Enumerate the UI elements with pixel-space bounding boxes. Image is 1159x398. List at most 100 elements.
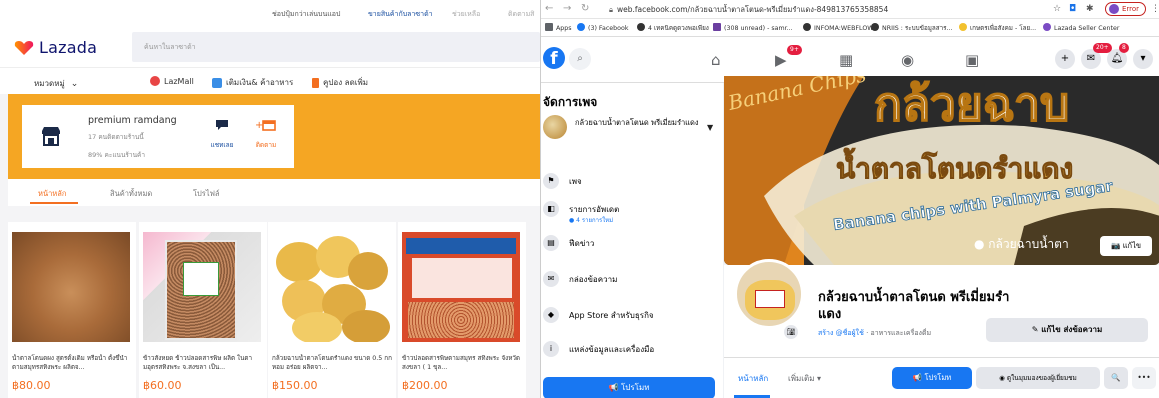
inbox-icon: ✉ xyxy=(543,271,559,287)
app-store-icon: ◆ xyxy=(543,307,559,323)
follow-button[interactable]: + ติดตาม xyxy=(246,119,286,150)
bookmark-nriis[interactable]: NRIIS : ระบบข้อมูลสาร... xyxy=(871,23,953,33)
camera-icon[interactable]: 📷︎ xyxy=(784,325,798,339)
star-icon[interactable]: ☆ xyxy=(1053,4,1061,14)
product-grid: น้ำตาลโตนดผง สูตรดั้งเดิม หรือน้ำ ตั้งขึ… xyxy=(8,222,540,398)
nav-link-coupon[interactable]: คูปอง ลดเพิ่ม xyxy=(312,76,368,89)
topbar-link-track[interactable]: ติดตามสิ xyxy=(508,9,534,20)
product-card[interactable]: น้ำตาลโตนดผง สูตรดั้งเดิม หรือน้ำ ตั้งขึ… xyxy=(8,222,136,398)
page-category: · อาหารและเครื่องดื่ม xyxy=(863,329,932,337)
bookmark-lazada-seller[interactable]: Lazada Seller Center xyxy=(1043,23,1119,32)
updates-icon: ◧ xyxy=(543,201,559,217)
pages-icon[interactable]: ▣ xyxy=(965,51,979,69)
lazada-logo[interactable]: Lazada xyxy=(14,38,97,57)
store-name[interactable]: premium ramdang xyxy=(88,115,177,126)
sidebar-item-inbox[interactable]: ✉ กล่องข้อความ xyxy=(543,269,719,293)
topbar-link-help[interactable]: ช่วยเหลือ xyxy=(452,9,480,20)
sidebar-item-resources[interactable]: i แหล่งข้อมูลและเครื่องมือ xyxy=(543,339,719,363)
lazada-nav: หมวดหมู่ ⌄ LazMall เติมเงิน& ค้าอาหาร คู… xyxy=(0,68,540,94)
edit-cover-button[interactable]: 📷 แก้ไข xyxy=(1100,236,1152,256)
facebook-logo-icon[interactable]: f xyxy=(543,47,565,69)
product-card[interactable]: ข้าวสังหยด ข้าวปลอดสารพิษ ผลิต ในตามอุตร… xyxy=(139,222,267,398)
bookmark-4-techniques[interactable]: 4 เทคนิคดูดวงพอเพียง xyxy=(637,23,709,33)
more-options-icon[interactable]: ••• xyxy=(1132,367,1156,389)
page-profile-header: 📷︎ กล้วยฉาบน้ำตาลโตนด พรีเมี่ยมรำแดง สร้… xyxy=(724,259,1159,357)
product-price: ฿150.00 xyxy=(272,379,318,392)
bookmark-facebook[interactable]: (3) Facebook xyxy=(577,23,629,32)
product-image xyxy=(12,232,130,342)
marketplace-icon[interactable]: ▦ xyxy=(839,51,853,69)
lazada-search-input[interactable]: ค้นหาในลาซาด้า xyxy=(132,32,540,62)
nav-link-topup[interactable]: เติมเงิน& ค้าอาหาร xyxy=(212,76,293,89)
caret-down-icon: ▼ xyxy=(707,123,714,132)
page-search-button[interactable]: 🔍 xyxy=(1104,367,1128,389)
nav-link-lazmall[interactable]: LazMall xyxy=(150,76,194,86)
cover-text-big: กล้วยฉาบ xyxy=(874,77,1069,131)
tab-home[interactable]: หน้าหลัก xyxy=(38,188,66,200)
address-bar[interactable]: 🔒︎ web.facebook.com/กล้วยฉาบน้ำตาลโตนด-พร… xyxy=(609,4,888,16)
profile-error-button[interactable]: Error xyxy=(1105,2,1147,16)
store-followers: 17 คนติดตามร้านนี้ xyxy=(88,133,144,141)
tab-home[interactable]: หน้าหลัก xyxy=(738,372,768,385)
category-label: หมวดหมู่ xyxy=(34,79,65,88)
product-card[interactable]: ข้าวปลอดสารพิษตามสมุทร สทิงพระ จังหวัดสง… xyxy=(398,222,526,398)
chevron-down-icon: ⌄ xyxy=(70,78,79,89)
store-banner: premium ramdang 17 คนติดตามร้านนี้ 89% ค… xyxy=(8,94,540,179)
tab-more[interactable]: เพิ่มเติม ▾ xyxy=(788,372,821,385)
bookmark-yahoo-mail[interactable]: (308 unread) - samr... xyxy=(713,23,793,32)
sidebar-item-label: เพจ xyxy=(569,177,582,186)
product-name: ข้าวสังหยด ข้าวปลอดสารพิษ ผลิต ในตามอุตร… xyxy=(143,355,253,371)
page-profile-picture[interactable] xyxy=(734,259,804,329)
topbar-link-sell[interactable]: ขายสินค้ากับลาซาด้า xyxy=(368,9,433,20)
create-plus-icon[interactable]: + xyxy=(1055,49,1075,69)
chat-button[interactable]: แชทเลย xyxy=(202,119,242,150)
sidebar-item-page[interactable]: ⚑ เพจ xyxy=(543,171,719,195)
promote-page-button[interactable]: 📢 โปรโมท xyxy=(892,367,972,389)
promote-button[interactable]: 📢 โปรโมท xyxy=(543,377,715,398)
kebab-menu-icon[interactable]: ⋮ xyxy=(1151,4,1159,14)
create-username-link[interactable]: สร้าง @ชื่อผู้ใช้ xyxy=(818,329,864,337)
product-name: น้ำตาลโตนดผง สูตรดั้งเดิม หรือน้ำ ตั้งขึ… xyxy=(12,355,128,371)
search-icon[interactable]: ⌕ xyxy=(569,48,591,70)
home-icon[interactable]: ⌂ xyxy=(711,51,721,69)
info-icon: i xyxy=(543,341,559,357)
groups-icon[interactable]: ◉ xyxy=(901,51,914,69)
puzzle-icon[interactable]: ✱ xyxy=(1086,4,1094,14)
manage-page-sidebar: จัดการเพจ กล้วยฉาบน้ำตาลโตนด พรีเมี่ยมรำ… xyxy=(541,83,723,398)
cover-photo[interactable]: Banana Chips กล้วยฉาบ น้ำตาลโตนดรำแดง Ba… xyxy=(724,76,1159,265)
product-card[interactable]: กล้วยฉาบน้ำตาลโตนดรำแดง ขนาด 0.5 กก หอม … xyxy=(268,222,396,398)
bookmark-infoma[interactable]: INFOMA:WEBFLOW xyxy=(803,23,874,32)
lazada-wordmark: Lazada xyxy=(39,38,98,57)
tab-all-products[interactable]: สินค้าทั้งหมด xyxy=(110,188,152,200)
view-as-visitor-button[interactable]: ◉ ดูในมุมมองของผู้เยี่ยมชม xyxy=(976,367,1100,389)
sidebar-item-app-store[interactable]: ◆ App Store สำหรับธุรกิจ xyxy=(543,305,719,329)
watch-icon[interactable]: ▶ xyxy=(775,51,787,69)
bookmark-apps[interactable]: Apps xyxy=(545,23,572,32)
sidebar-item-label: App Store สำหรับธุรกิจ xyxy=(569,311,654,320)
topbar-link-app[interactable]: ช่อปปุ้มกว่าเล่นบนแอป xyxy=(272,9,340,20)
edit-send-message-button[interactable]: ✎ แก้ไข ส่งข้อความ xyxy=(986,318,1148,342)
category-menu[interactable]: หมวดหมู่ ⌄ xyxy=(34,77,78,90)
error-label: Error xyxy=(1122,5,1140,13)
flag-icon: ⚑ xyxy=(543,173,559,189)
product-price: ฿80.00 xyxy=(12,379,51,392)
extension-icon[interactable]: ◘ xyxy=(1069,4,1076,14)
sidebar-item-news-feed[interactable]: ▤ ฟีดข่าว xyxy=(543,233,719,257)
sidebar-item-label: กล่องข้อความ xyxy=(569,275,618,284)
chat-label: แชทเลย xyxy=(210,141,234,149)
account-menu-icon[interactable]: ▾ xyxy=(1133,49,1153,69)
bookmark-social-agri[interactable]: เกษตรเพื่อสังคม - โลย... xyxy=(959,23,1036,33)
page-subtitle: สร้าง @ชื่อผู้ใช้ · อาหารและเครื่องดื่ม xyxy=(818,328,931,339)
tab-profile[interactable]: โปรไฟล์ xyxy=(193,188,220,200)
store-rating: 89% คะแนนร้านค้า xyxy=(88,151,146,159)
page-selector[interactable]: กล้วยฉาบน้ำตาลโตนด พรีเมี่ยมรำแดง ▼ xyxy=(543,113,719,151)
back-arrow-icon[interactable]: ← xyxy=(545,3,553,14)
forward-arrow-icon[interactable]: → xyxy=(563,3,571,14)
sidebar-item-updates[interactable]: ◧ รายการอัพเดต ● 4 รายการใหม่ xyxy=(543,199,719,224)
nav-link-label: คูปอง ลดเพิ่ม xyxy=(323,78,369,87)
reload-icon[interactable]: ↻ xyxy=(581,3,589,14)
product-price: ฿60.00 xyxy=(143,379,182,392)
browser-toolbar: ← → ↻ 🔒︎ web.facebook.com/กล้วยฉาบน้ำตาลโ… xyxy=(541,0,1159,19)
sidebar-item-sub: ● 4 รายการใหม่ xyxy=(569,217,614,224)
product-image xyxy=(402,232,520,342)
